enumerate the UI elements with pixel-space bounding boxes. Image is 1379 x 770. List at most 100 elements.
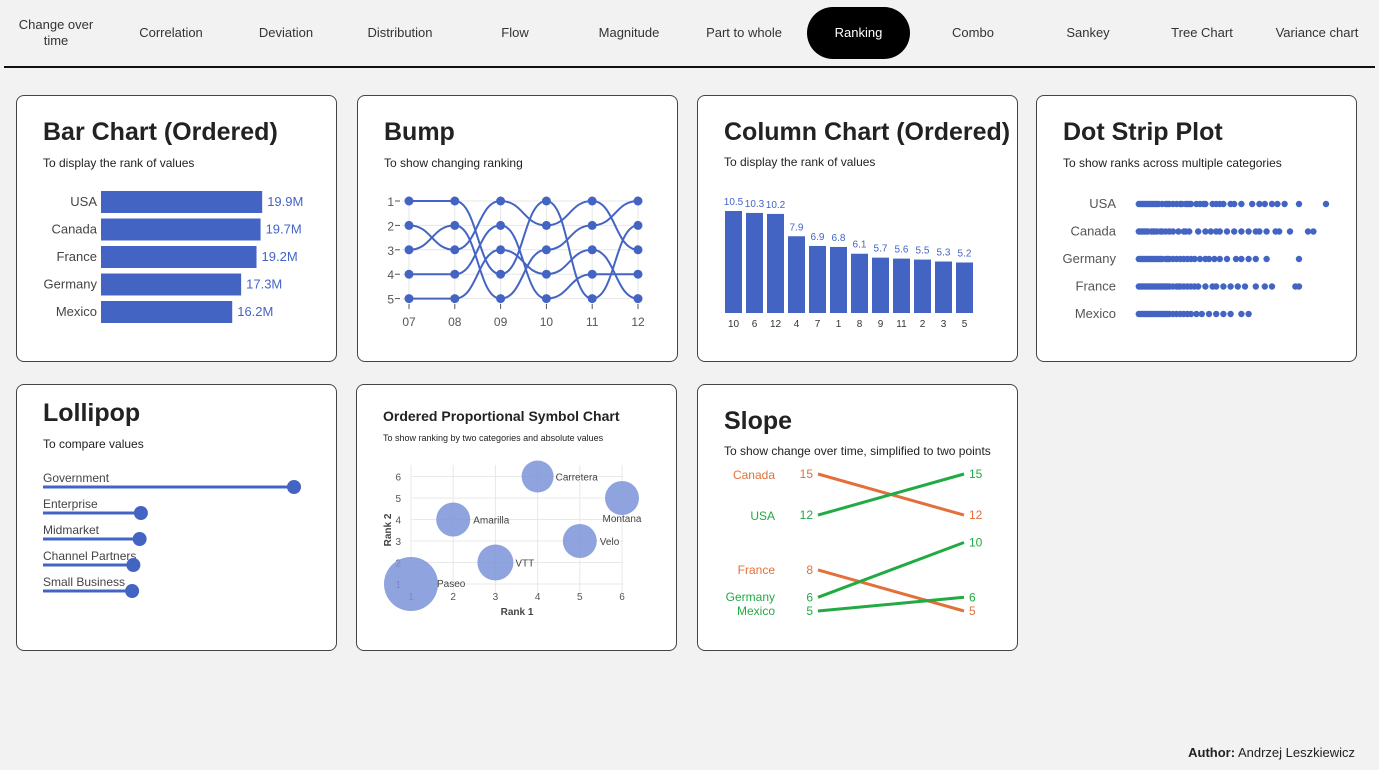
bar-category-label: Germany — [44, 277, 98, 292]
bump-point — [404, 196, 414, 206]
y-tick-label: 2 — [387, 219, 394, 233]
bump-point — [496, 245, 506, 255]
nav-tab-combo[interactable]: Combo — [922, 7, 1024, 59]
column-category-label: 3 — [941, 319, 947, 330]
dot-point — [1205, 310, 1213, 318]
dot-strip-card[interactable]: Dot Strip Plot To show ranks across mult… — [1036, 95, 1357, 362]
y-tick-label: 3 — [387, 244, 394, 258]
dot-category-label: Canada — [1070, 224, 1116, 239]
x-tick-label: 07 — [402, 315, 416, 329]
dot-point — [1216, 255, 1223, 263]
lollipop-head — [126, 558, 141, 572]
dot-point — [1252, 283, 1259, 290]
y-tick-label: 4 — [395, 516, 401, 527]
dot-point — [1238, 310, 1245, 318]
lollipop-head — [133, 506, 148, 520]
column-value-label: 5.5 — [916, 246, 930, 257]
bar-category-label: France — [57, 249, 97, 264]
column-bar — [956, 262, 973, 313]
bump-point — [541, 196, 551, 206]
slope-chart-card[interactable]: Slope To show change over time, simplifi… — [697, 384, 1018, 651]
bar-chart-card[interactable]: Bar Chart (Ordered) To display the rank … — [16, 95, 337, 362]
dot-point — [1263, 255, 1270, 263]
y-axis-title: Rank 2 — [383, 513, 394, 546]
nav-tab-part-to-whole[interactable]: Part to whole — [693, 7, 795, 59]
symbol-label: Paseo — [437, 579, 466, 590]
y-tick-label: 4 — [387, 268, 394, 282]
dot-category-label: USA — [1089, 196, 1116, 211]
symbol-label: Velo — [600, 537, 620, 548]
bump-point — [404, 220, 414, 230]
x-tick-label: 2 — [450, 592, 456, 603]
x-tick-label: 12 — [631, 315, 645, 329]
column-value-label: 6.8 — [832, 233, 846, 244]
column-category-label: 12 — [770, 319, 782, 330]
bump-point — [450, 294, 460, 304]
bar — [101, 218, 261, 241]
bump-chart-card[interactable]: Bump To show changing ranking 1 2 3 4 5 07 08 0… — [357, 95, 678, 362]
bar-chart: USA 19.9M Canada 19.7M France 19.2M Germany 17.… — [44, 191, 303, 323]
dot-point — [1195, 283, 1202, 290]
column-chart-card[interactable]: Column Chart (Ordered) To display the ra… — [697, 95, 1018, 362]
bump-point — [633, 294, 643, 304]
dot-point — [1220, 283, 1227, 290]
nav-tab-flow[interactable]: Flow — [464, 7, 566, 59]
y-tick-label: 6 — [395, 473, 401, 484]
dot-point — [1295, 283, 1303, 290]
dot-point — [1195, 228, 1202, 235]
dot-point — [1223, 228, 1231, 235]
bar-category-label: Mexico — [56, 304, 97, 319]
slope-end-value: 10 — [969, 536, 983, 550]
slope-end-value: 5 — [969, 604, 976, 618]
bump-point — [633, 245, 643, 255]
bump-chart: 1234507 08 09 10 11 12 — [387, 195, 645, 329]
nav-tab-ranking[interactable]: Ranking — [807, 7, 910, 59]
nav-tab-correlation[interactable]: Correlation — [120, 7, 222, 59]
dot-point — [1268, 283, 1276, 290]
x-tick-label: 11 — [586, 315, 599, 329]
proportional-symbol-chart: 123456123456Rank 1Rank 2CarreteraMontana… — [383, 460, 642, 618]
column-bar — [788, 236, 805, 313]
slope-end-value: 6 — [969, 590, 976, 604]
nav-tab-variance-chart[interactable]: Variance chart — [1264, 7, 1370, 59]
column-value-label: 5.3 — [937, 248, 951, 259]
bar — [101, 273, 242, 296]
bar — [101, 246, 257, 268]
proportional-symbol-card[interactable]: Ordered Proportional Symbol Chart To sho… — [356, 384, 677, 651]
nav-tab-magnitude[interactable]: Magnitude — [578, 7, 680, 59]
dot-point — [1274, 200, 1281, 208]
y-tick-label: 1 — [387, 195, 394, 209]
bar-category-label: USA — [70, 194, 97, 209]
dot-point — [1186, 228, 1193, 235]
bump-point — [496, 269, 506, 279]
dot-point — [1256, 228, 1263, 235]
bump-point — [450, 196, 460, 206]
dot-point — [1295, 200, 1303, 208]
dot-strip-chart: USA Canada Germany France Mexico — [1063, 196, 1330, 321]
bump-point — [587, 220, 597, 230]
dot-point — [1202, 283, 1209, 290]
bar-category-label: Canada — [51, 222, 97, 237]
bar — [101, 301, 233, 323]
dot-point — [1234, 283, 1241, 290]
column-bar — [893, 258, 910, 313]
column-category-label: 1 — [836, 319, 842, 330]
lollipop-label: Government — [43, 471, 110, 485]
column-bar — [914, 259, 931, 313]
bump-point — [496, 220, 506, 230]
bump-point — [404, 269, 414, 279]
dot-point — [1252, 255, 1259, 263]
bump-point — [541, 269, 551, 279]
bump-point — [496, 294, 506, 304]
dot-point — [1227, 283, 1234, 290]
nav-tab-change-over-time[interactable]: Change over time — [10, 7, 102, 59]
nav-tab-tree-chart[interactable]: Tree Chart — [1151, 7, 1253, 59]
column-value-label: 5.6 — [895, 245, 909, 256]
lollipop-card[interactable]: Lollipop To compare values Government Ent… — [16, 384, 337, 651]
slope-series-label: Germany — [726, 590, 775, 604]
dot-category-label: Germany — [1063, 251, 1117, 266]
nav-tab-sankey[interactable]: Sankey — [1037, 7, 1139, 59]
x-tick-label: 4 — [535, 592, 541, 603]
nav-tab-distribution[interactable]: Distribution — [349, 7, 451, 59]
nav-tab-deviation[interactable]: Deviation — [235, 7, 337, 59]
